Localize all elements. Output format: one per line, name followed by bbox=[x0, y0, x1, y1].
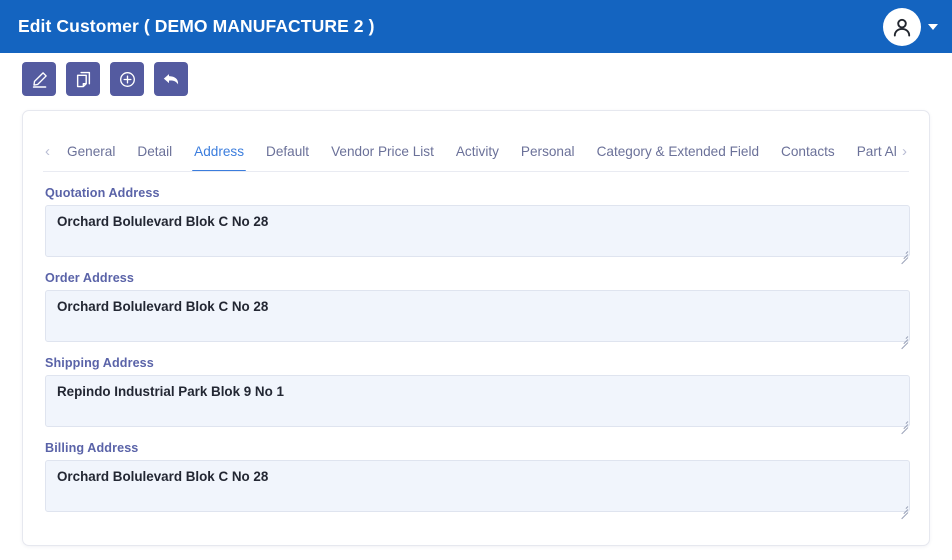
quotation-address-input[interactable] bbox=[45, 205, 910, 257]
copy-icon bbox=[74, 70, 93, 89]
app-header: Edit Customer ( DEMO MANUFACTURE 2 ) bbox=[0, 0, 952, 53]
chevron-left-icon[interactable]: ‹ bbox=[43, 144, 56, 171]
chevron-down-icon[interactable] bbox=[928, 23, 938, 30]
back-button[interactable] bbox=[154, 62, 188, 96]
address-form: Quotation Address Order Address Shipping… bbox=[23, 172, 929, 520]
plus-circle-icon bbox=[118, 70, 137, 89]
quotation-address-label: Quotation Address bbox=[45, 186, 160, 200]
shipping-address-input[interactable] bbox=[45, 375, 910, 427]
shipping-address-label: Shipping Address bbox=[45, 356, 154, 370]
order-address-input[interactable] bbox=[45, 290, 910, 342]
page-title: Edit Customer ( DEMO MANUFACTURE 2 ) bbox=[18, 16, 375, 36]
billing-address-label: Billing Address bbox=[45, 441, 139, 455]
tab-default[interactable]: Default bbox=[255, 144, 320, 171]
user-icon bbox=[890, 15, 914, 39]
tab-list: General Detail Address Default Vendor Pr… bbox=[56, 144, 896, 171]
content-card: ‹ General Detail Address Default Vendor … bbox=[22, 110, 930, 546]
duplicate-button[interactable] bbox=[66, 62, 100, 96]
back-arrow-icon bbox=[161, 69, 181, 89]
avatar[interactable] bbox=[883, 7, 921, 46]
tab-detail[interactable]: Detail bbox=[126, 144, 183, 171]
field-billing-address: Billing Address bbox=[45, 441, 910, 520]
tab-general[interactable]: General bbox=[56, 144, 126, 171]
tab-bar: ‹ General Detail Address Default Vendor … bbox=[43, 111, 909, 172]
tab-personal[interactable]: Personal bbox=[510, 144, 586, 171]
edit-button[interactable] bbox=[22, 62, 56, 96]
tab-activity[interactable]: Activity bbox=[445, 144, 510, 171]
tab-vendor-price-list[interactable]: Vendor Price List bbox=[320, 144, 445, 171]
field-shipping-address: Shipping Address bbox=[45, 356, 910, 435]
tab-part-alias[interactable]: Part Alia bbox=[846, 144, 896, 171]
add-button[interactable] bbox=[110, 62, 144, 96]
chevron-right-icon[interactable]: › bbox=[896, 144, 909, 171]
action-toolbar bbox=[0, 53, 952, 104]
billing-address-input[interactable] bbox=[45, 460, 910, 512]
field-order-address: Order Address bbox=[45, 271, 910, 350]
tab-contacts[interactable]: Contacts bbox=[770, 144, 846, 171]
user-menu[interactable] bbox=[883, 7, 938, 46]
field-quotation-address: Quotation Address bbox=[45, 186, 910, 265]
tab-category-extended-field[interactable]: Category & Extended Field bbox=[586, 144, 770, 171]
tab-address[interactable]: Address bbox=[183, 144, 255, 171]
pencil-edit-icon bbox=[30, 70, 49, 89]
order-address-label: Order Address bbox=[45, 271, 135, 285]
